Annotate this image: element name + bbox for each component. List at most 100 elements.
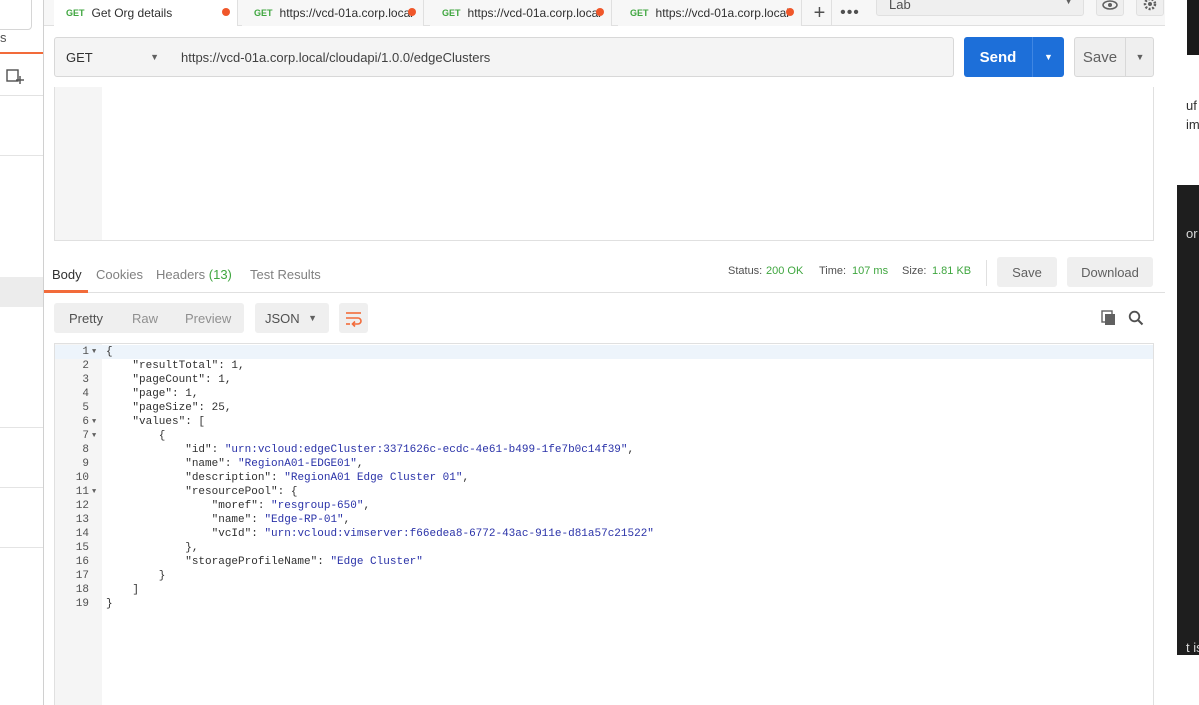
code-text: },	[106, 542, 199, 554]
code-line: 12 "moref": "resgroup-650",	[55, 499, 1153, 513]
method-select[interactable]: GET ▼	[54, 37, 170, 77]
line-number: 14	[75, 528, 89, 540]
tab-cookies[interactable]: Cookies	[96, 267, 143, 282]
line-number: 5	[82, 402, 89, 414]
save-label[interactable]: Save	[1075, 38, 1125, 76]
active-tab-underline	[44, 290, 88, 293]
code-line: 15 },	[55, 541, 1153, 555]
send-label[interactable]: Send	[964, 37, 1032, 77]
line-number: 7	[82, 430, 89, 442]
tab-headers[interactable]: Headers (13)	[156, 267, 232, 282]
download-button[interactable]: Download	[1067, 257, 1153, 287]
save-button[interactable]: Save ▼	[1074, 37, 1154, 77]
code-line: 17 }	[55, 569, 1153, 583]
code-line: 6 ▼ "values": [	[55, 415, 1153, 429]
fold-caret-icon[interactable]: ▼	[92, 429, 96, 443]
line-number: 6	[82, 416, 89, 428]
chevron-down-icon: ▼	[1064, 0, 1073, 6]
code-text: {	[106, 346, 113, 358]
line-number: 18	[75, 584, 89, 596]
tab-method: GET	[66, 8, 85, 18]
code-text: "storageProfileName": "Edge Cluster"	[185, 556, 423, 568]
code-line: 10 "description": "RegionA01 Edge Cluste…	[55, 471, 1153, 485]
request-tab[interactable]: GET https://vcd-01a.corp.local	[430, 0, 612, 26]
gear-icon[interactable]	[1136, 0, 1164, 16]
status-value: 200 OK	[766, 265, 804, 277]
request-body-editor[interactable]	[54, 87, 1154, 241]
request-workspace: GET Get Org details GET https://vcd-01a.…	[44, 0, 1165, 705]
sidebar-divider	[0, 547, 43, 548]
code-lines: 1 ▼{2 "resultTotal": 1, 3 "pageCount": 1, 4…	[55, 344, 1153, 611]
search-icon[interactable]	[1128, 310, 1144, 326]
method-value: GET	[66, 50, 93, 65]
line-number: 16	[75, 556, 89, 568]
unsaved-dot-icon	[596, 8, 604, 16]
code-line: 5 "pageSize": 25,	[55, 401, 1153, 415]
time-value: 107 ms	[852, 265, 889, 277]
plus-icon[interactable]: +	[808, 0, 832, 26]
line-number: 4	[82, 388, 89, 400]
eye-icon[interactable]	[1096, 0, 1124, 16]
editor-gutter	[55, 87, 102, 240]
sidebar-selected-item[interactable]	[0, 277, 43, 307]
code-line: 18 ]	[55, 583, 1153, 597]
ellipsis-icon[interactable]: •••	[836, 0, 864, 26]
size-label: Size:	[902, 265, 927, 277]
new-collection-icon[interactable]	[6, 67, 24, 85]
environment-select[interactable]: Lab ▼	[876, 0, 1084, 16]
line-number: 8	[82, 444, 89, 456]
request-tab[interactable]: GET https://vcd-01a.corp.local	[242, 0, 424, 26]
save-response-button[interactable]: Save	[997, 257, 1057, 287]
code-text: "name": "RegionA01-EDGE01",	[185, 458, 364, 470]
line-number: 10	[75, 472, 89, 484]
sidebar-panel: s	[0, 0, 44, 705]
environment-value: Lab	[889, 0, 911, 12]
code-line: 9 "name": "RegionA01-EDGE01",	[55, 457, 1153, 471]
request-tab[interactable]: GET https://vcd-01a.corp.local	[618, 0, 802, 26]
size-value: 1.81 KB	[932, 265, 972, 277]
response-body-viewer[interactable]: 1 ▼{2 "resultTotal": 1, 3 "pageCount": 1, 4…	[54, 343, 1154, 705]
code-text: "pageSize": 25,	[132, 402, 232, 414]
code-text: {	[106, 430, 166, 442]
line-number: 11	[75, 486, 89, 498]
wrap-lines-icon[interactable]	[339, 303, 368, 333]
unsaved-dot-icon	[408, 8, 416, 16]
background-text: t is	[1186, 640, 1199, 655]
code-text: ]	[106, 584, 140, 596]
line-number: 9	[82, 458, 89, 470]
code-line: 7 ▼ {	[55, 429, 1153, 443]
code-text: "pageCount": 1,	[132, 374, 232, 386]
url-input[interactable]	[169, 37, 954, 77]
language-select[interactable]: JSON ▼	[255, 303, 329, 333]
tab-title: https://vcd-01a.corp.local	[467, 6, 601, 20]
request-tab[interactable]: GET Get Org details	[54, 0, 238, 26]
code-text: }	[106, 570, 166, 582]
fold-caret-icon[interactable]: ▼	[92, 485, 96, 499]
fold-caret-icon[interactable]: ▼	[92, 415, 96, 429]
code-line: 13 "name": "Edge-RP-01",	[55, 513, 1153, 527]
format-preview[interactable]: Preview	[185, 311, 231, 326]
copy-icon[interactable]	[1101, 310, 1117, 326]
code-text: "resourcePool": {	[185, 486, 298, 498]
format-pretty[interactable]: Pretty	[69, 311, 103, 326]
tab-test-results[interactable]: Test Results	[250, 267, 321, 282]
line-number: 15	[75, 542, 89, 554]
line-number: 13	[75, 514, 89, 526]
sidebar-tab-label[interactable]: s	[0, 30, 7, 45]
fold-caret-icon[interactable]: ▼	[92, 345, 96, 359]
line-number: 1	[82, 346, 89, 358]
send-button[interactable]: Send ▼	[964, 37, 1064, 77]
format-raw[interactable]: Raw	[132, 311, 158, 326]
code-text: "description": "RegionA01 Edge Cluster 0…	[185, 472, 470, 484]
sidebar-search-input[interactable]	[0, 0, 32, 30]
line-number: 12	[75, 500, 89, 512]
tab-body[interactable]: Body	[52, 267, 82, 282]
chevron-down-icon[interactable]: ▼	[1033, 37, 1064, 77]
chevron-down-icon[interactable]: ▼	[1126, 38, 1154, 76]
code-text: "id": "urn:vcloud:edgeCluster:3371626c-e…	[185, 444, 635, 456]
tab-method: GET	[442, 8, 461, 18]
code-text: "page": 1,	[132, 388, 199, 400]
code-text: "values": [	[132, 416, 206, 428]
code-line: 11 ▼ "resourcePool": {	[55, 485, 1153, 499]
code-text: }	[106, 598, 113, 610]
